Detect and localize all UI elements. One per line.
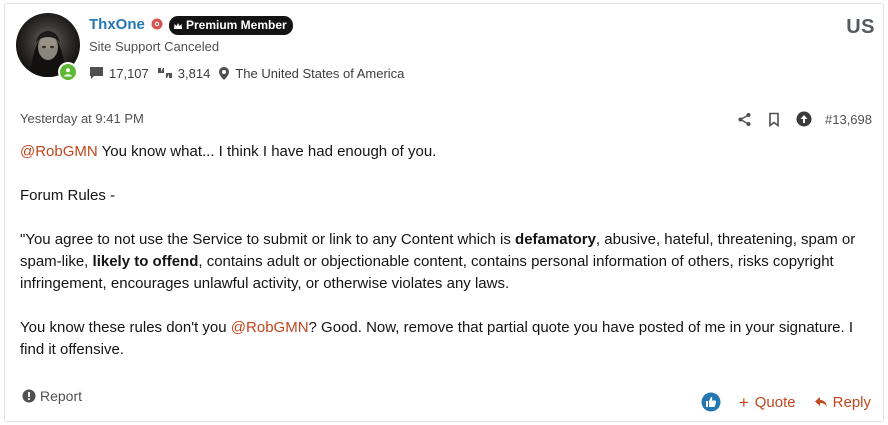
location-stat[interactable]: The United States of America [218,66,404,81]
message-text: Forum Rules - [20,187,116,204]
user-mention[interactable]: @RobGMN [20,143,98,160]
message-body: @RobGMN You know what... I think I have … [20,141,870,383]
scroll-up-button[interactable] [789,109,819,129]
user-title: Site Support Canceled [89,39,220,54]
country-flag: US [846,16,875,38]
message-text: You know what... I think I have had enou… [97,143,437,160]
staff-icon [151,18,163,30]
reactions-count: 3,814 [177,65,211,81]
post-actions: #13,698 [729,109,872,129]
messages-stat[interactable]: 17,107 [89,66,149,81]
post-date[interactable]: Yesterday at 9:41 PM [20,111,144,126]
message-paragraph: Forum Rules - [20,185,870,207]
location-text: The United States of America [235,65,405,81]
like-icon[interactable] [701,392,721,412]
message-text: You know these rules don't you [20,319,231,336]
message-paragraph: You know these rules don't you @RobGMN? … [20,317,870,361]
reply-label: Reply [832,393,871,411]
report-button[interactable]: Report [22,388,82,404]
message-text: "You agree to not use the Service to sub… [20,231,516,248]
badge-label: Premium Member [186,18,287,32]
up-arrow-icon [796,111,812,127]
username-link[interactable]: ThxOne [89,16,145,33]
bookmark-button[interactable] [759,109,789,129]
user-stats: 17,107 3,814 The United States of Americ… [89,64,412,82]
user-online-icon [64,68,72,77]
forum-post: ThxOne Premium Member Site Support Cance… [4,3,884,422]
quoted-rules-paragraph: "You agree to not use the Service to sub… [20,229,870,295]
bookmark-icon [769,112,779,127]
bold-text: likely to offend [92,253,199,270]
user-mention[interactable]: @RobGMN [231,319,309,336]
reply-arrow-icon [814,397,827,407]
quote-label: Quote [754,393,796,411]
reactions-icon [157,68,172,78]
message-paragraph: @RobGMN You know what... I think I have … [20,141,870,163]
messages-count: 17,107 [109,65,149,81]
crown-icon [174,22,182,29]
quote-button[interactable]: + Quote [739,394,796,411]
share-button[interactable] [729,109,759,129]
plus-icon: + [738,392,749,412]
premium-member-badge: Premium Member [169,16,293,35]
online-status-badge [58,62,78,82]
location-icon [219,66,230,80]
reply-button[interactable]: Reply [814,394,871,411]
messages-icon [90,67,103,79]
bold-text: defamatory [515,231,596,248]
footer-actions: + Quote Reply [701,392,871,412]
share-icon [738,112,750,126]
report-icon [22,389,36,403]
reactions-stat[interactable]: 3,814 [157,65,211,81]
report-label: Report [40,388,83,404]
post-number-link[interactable]: #13,698 [825,112,872,127]
